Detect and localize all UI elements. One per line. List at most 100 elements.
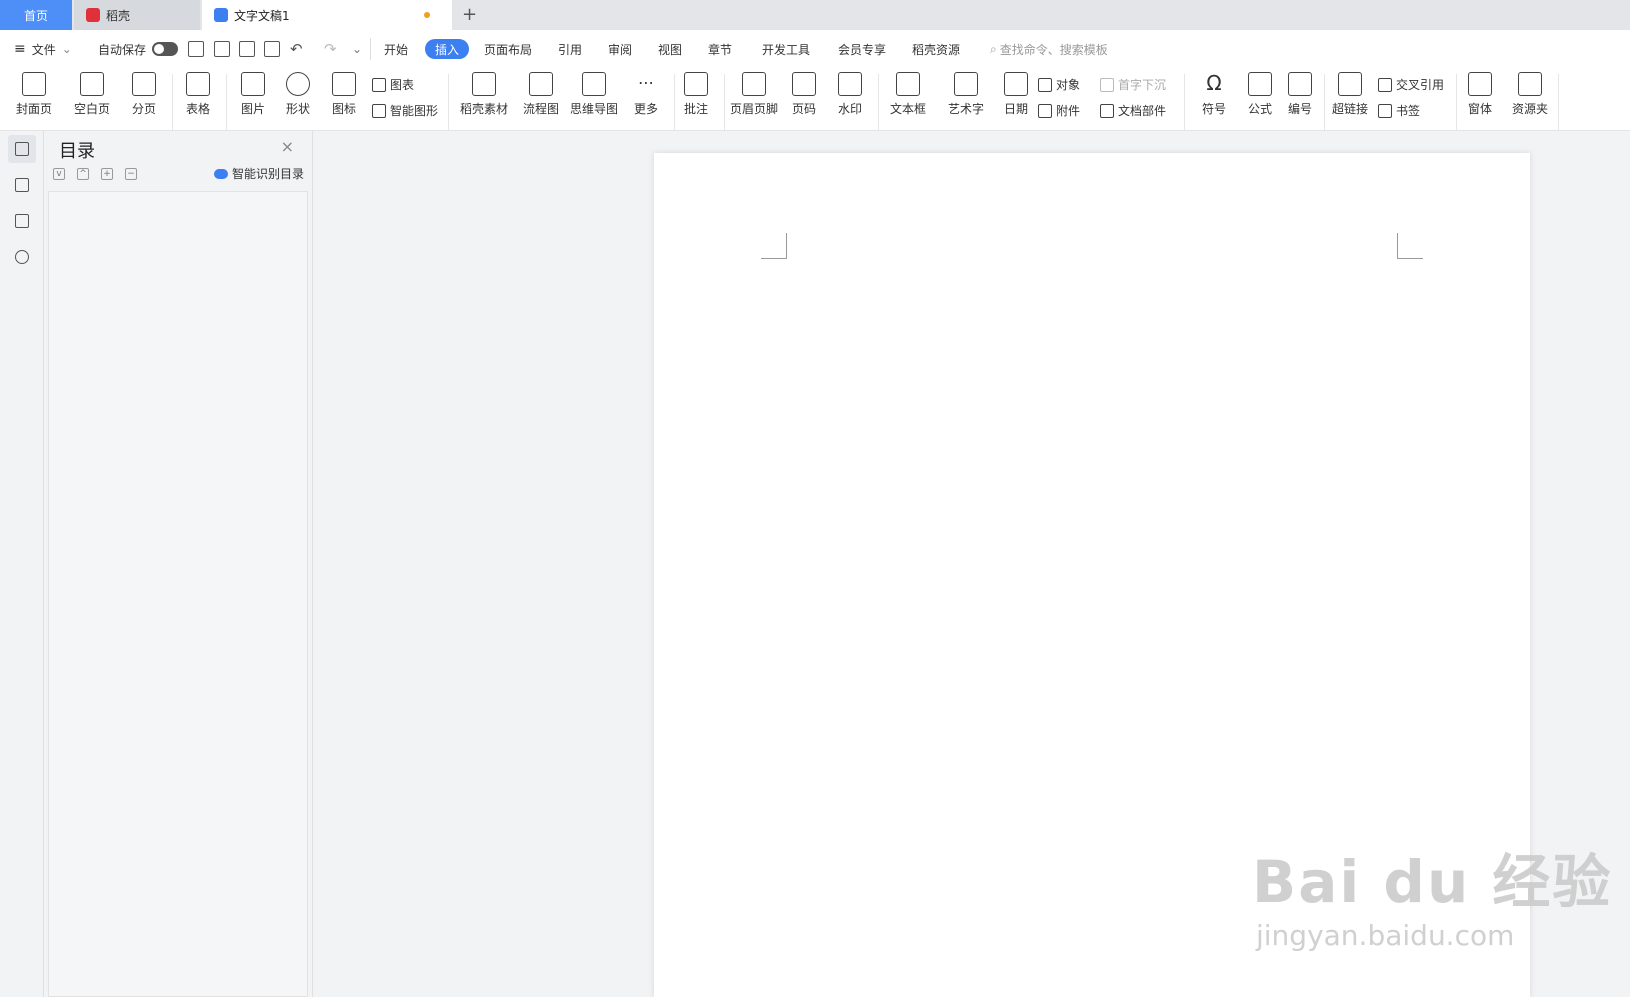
daoke-material-icon: [472, 72, 496, 96]
tab-daoke[interactable]: 稻壳: [74, 0, 200, 30]
tab-page-layout[interactable]: 页面布局: [474, 39, 542, 59]
tab-daoke-resources[interactable]: 稻壳资源: [902, 39, 970, 59]
numbering-button[interactable]: 编号: [1272, 72, 1328, 117]
docparts-label: 文档部件: [1118, 104, 1167, 118]
page-break-button[interactable]: 分页: [116, 72, 172, 117]
wordart-button[interactable]: 艺术字: [938, 72, 994, 117]
tab-daoke-label: 稻壳: [106, 8, 131, 23]
bookmark-nav-button[interactable]: [8, 207, 36, 235]
tab-home[interactable]: 首页: [0, 0, 72, 30]
bookmark-icon: [1378, 103, 1392, 118]
tab-insert[interactable]: 插入: [425, 39, 470, 59]
chart-button[interactable]: 图表: [372, 76, 414, 93]
docparts-button[interactable]: 文档部件: [1100, 102, 1166, 119]
bookmark-button[interactable]: 书签: [1378, 102, 1420, 119]
tab-view[interactable]: 视图: [648, 39, 692, 59]
tab-developer[interactable]: 开发工具: [752, 39, 820, 59]
icon-library-button[interactable]: 图标: [316, 72, 372, 117]
date-button[interactable]: 日期: [988, 72, 1044, 117]
export-pdf-icon[interactable]: [214, 41, 230, 57]
hyperlink-button[interactable]: 超链接: [1322, 72, 1378, 117]
add-level-icon[interactable]: +: [101, 168, 113, 180]
smartart-button[interactable]: 智能图形: [372, 102, 438, 119]
page-number-icon: [792, 72, 816, 96]
more-dots-icon: ⋯: [638, 73, 654, 92]
watermark-button[interactable]: 水印: [822, 72, 878, 117]
smart-toc-button[interactable]: 智能识别目录: [213, 165, 304, 182]
smartart-icon: [372, 103, 386, 118]
collapse-all-icon[interactable]: ^: [77, 168, 89, 180]
margin-corner-mark: [761, 233, 787, 259]
autosave-toggle[interactable]: 自动保存: [98, 30, 179, 68]
window-button[interactable]: 窗体: [1452, 72, 1508, 117]
shape-icon: [286, 72, 310, 96]
tab-member[interactable]: 会员专享: [828, 39, 896, 59]
resources-button[interactable]: 资源夹: [1502, 72, 1558, 117]
object-icon: [1038, 77, 1052, 92]
group-divider: [448, 74, 449, 130]
quick-access-more-icon[interactable]: ⌄: [352, 30, 362, 68]
print-preview-icon[interactable]: [264, 41, 280, 57]
mindmap-label: 思维导图: [569, 102, 618, 116]
tab-section[interactable]: 章节: [698, 39, 742, 59]
new-tab-button[interactable]: +: [462, 4, 477, 25]
file-menu-label: 文件: [31, 42, 56, 57]
numbering-label: 编号: [1287, 102, 1312, 116]
command-search[interactable]: ⌕ 查找命令、搜索模板: [990, 39, 1108, 59]
tab-start[interactable]: 开始: [374, 39, 418, 59]
tab-references[interactable]: 引用: [548, 39, 592, 59]
page-break-label: 分页: [131, 102, 156, 116]
table-label: 表格: [185, 102, 210, 116]
header-footer-button[interactable]: 页眉页脚: [726, 72, 782, 117]
mindmap-button[interactable]: 思维导图: [566, 72, 622, 117]
formula-label: 公式: [1247, 102, 1272, 116]
daoke-material-label: 稻壳素材: [459, 102, 508, 116]
search-icon: [15, 250, 29, 264]
icon-library-label: 图标: [331, 102, 356, 116]
search-nav-button[interactable]: [8, 243, 36, 271]
daoke-material-button[interactable]: 稻壳素材: [456, 72, 512, 117]
date-label: 日期: [1003, 102, 1028, 116]
chapter-nav-button[interactable]: [8, 171, 36, 199]
page-number-label: 页码: [791, 102, 816, 116]
resources-label: 资源夹: [1511, 102, 1548, 116]
comment-button[interactable]: 批注: [668, 72, 724, 117]
toggle-switch-icon: [152, 42, 179, 56]
dropcap-icon: [1100, 77, 1114, 92]
group-divider: [1558, 74, 1559, 130]
header-footer-icon: [742, 72, 766, 96]
formula-icon: [1248, 72, 1272, 96]
window-label: 窗体: [1467, 102, 1492, 116]
calendar-icon: [1004, 72, 1028, 96]
remove-level-icon[interactable]: −: [125, 168, 137, 180]
toc-title: 目录: [59, 141, 95, 162]
table-button[interactable]: 表格: [170, 72, 226, 117]
cover-page-button[interactable]: 封面页: [6, 72, 62, 117]
dropcap-button[interactable]: 首字下沉: [1100, 76, 1166, 93]
textbox-button[interactable]: 文本框: [880, 72, 936, 117]
left-rail: [0, 131, 44, 997]
redo-icon[interactable]: ↷: [324, 30, 337, 68]
chapter-icon: [15, 178, 29, 192]
crossref-button[interactable]: 交叉引用: [1378, 76, 1444, 93]
link-icon: [1338, 72, 1362, 96]
toc-nav-button[interactable]: [8, 135, 36, 163]
flowchart-button[interactable]: 流程图: [513, 72, 569, 117]
tab-review[interactable]: 审阅: [598, 39, 642, 59]
blank-page-button[interactable]: 空白页: [64, 72, 120, 117]
save-icon[interactable]: [188, 41, 204, 57]
insert-ribbon: 封面页 空白页 分页 表格 图片 形状 图标 图表 智能图形 稻壳素材 流程图 …: [0, 68, 1630, 131]
object-button[interactable]: 对象: [1038, 76, 1080, 93]
flowchart-icon: [529, 72, 553, 96]
print-icon[interactable]: [239, 41, 255, 57]
attachment-button[interactable]: 附件: [1038, 102, 1080, 119]
close-icon[interactable]: ×: [281, 137, 294, 156]
undo-icon[interactable]: ↶: [290, 30, 303, 68]
crossref-icon: [1378, 77, 1392, 92]
tab-document[interactable]: 文字文稿1: [202, 0, 452, 30]
more-button[interactable]: ⋯ 更多: [618, 72, 674, 117]
expand-all-icon[interactable]: v: [53, 168, 65, 180]
ai-icon: [213, 168, 228, 179]
file-menu-button[interactable]: ≡ 文件 ⌄: [14, 30, 72, 68]
menu-icon: ≡: [14, 41, 26, 57]
